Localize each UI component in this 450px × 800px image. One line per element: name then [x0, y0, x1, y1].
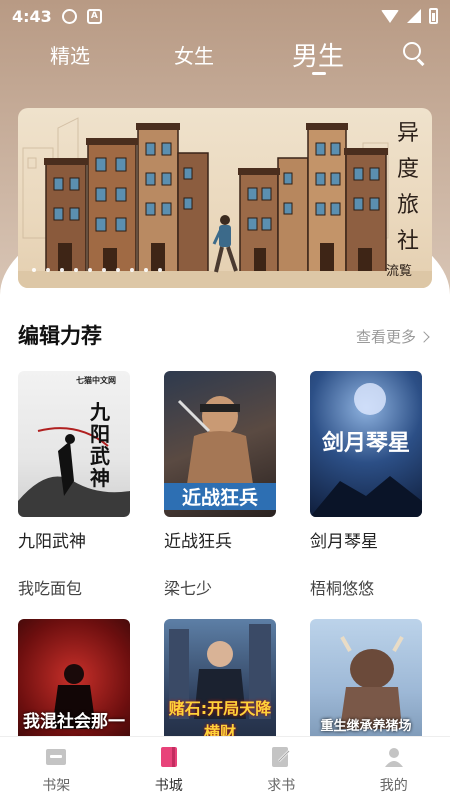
- cover-brand: 七猫中文网: [76, 376, 116, 385]
- book-title: 剑月琴星: [310, 532, 378, 552]
- section-title: 编辑力荐: [18, 324, 102, 348]
- nav-bookstore[interactable]: 书城: [113, 737, 226, 800]
- signal-icon: [407, 9, 421, 23]
- banner-subtitle: 流覧: [386, 264, 413, 279]
- book-cover: 七猫中文网 九阳武神: [18, 371, 130, 517]
- battery-icon: [429, 8, 438, 24]
- book-card[interactable]: 七猫中文网 九阳武神 九阳武神 我吃面包: [18, 371, 130, 598]
- book-author: 梧桐悠悠: [310, 579, 375, 598]
- banner[interactable]: 异度旅社 流覧: [18, 108, 432, 288]
- tab-male[interactable]: 男生: [292, 36, 344, 73]
- cover-title: 重生继承养猪场: [320, 719, 412, 734]
- cover-title: 剑月琴星: [321, 430, 410, 456]
- see-more-label: 查看更多: [356, 328, 417, 346]
- banner-dots: [32, 268, 162, 272]
- chevron-right-icon: [418, 330, 430, 343]
- tab-female[interactable]: 女生: [174, 40, 214, 69]
- nav-request-book[interactable]: 求书: [225, 737, 338, 800]
- book-card[interactable]: 剑月琴星 剑月琴星 梧桐悠悠: [310, 371, 422, 598]
- cover-title: 近战狂兵: [164, 483, 276, 510]
- top-tabs: 精选 女生 男生: [0, 34, 450, 78]
- book-title: 九阳武神: [18, 532, 86, 552]
- book-author: 梁七少: [164, 579, 213, 598]
- tab-indicator: [312, 72, 326, 75]
- book-title: 近战狂兵: [164, 532, 232, 552]
- book-cover: 剑月琴星: [310, 371, 422, 517]
- nav-label: 我的: [379, 778, 408, 794]
- book-cover: 近战狂兵: [164, 371, 276, 517]
- see-more-link[interactable]: 查看更多: [356, 326, 430, 347]
- media-status-icon: [61, 8, 77, 24]
- banner-illustration: [18, 117, 432, 288]
- search-button[interactable]: [401, 40, 427, 66]
- profile-icon: [384, 748, 403, 767]
- nav-label: 书架: [42, 778, 71, 794]
- wifi-icon: [381, 9, 399, 23]
- book-author: 我吃面包: [18, 579, 83, 598]
- status-time: 4:43: [12, 6, 52, 26]
- bottom-nav: 书架 书城 求书 我的: [0, 736, 450, 800]
- book-card[interactable]: 近战狂兵 近战狂兵 梁七少: [164, 371, 276, 598]
- cover-title: 九阳武神: [90, 400, 110, 490]
- nav-label: 书城: [154, 778, 183, 794]
- tab-featured[interactable]: 精选: [50, 40, 90, 69]
- request-book-icon: [272, 747, 291, 767]
- nav-bookshelf[interactable]: 书架: [0, 737, 113, 800]
- app-status-icon: A: [86, 8, 102, 24]
- nav-label: 求书: [267, 778, 296, 794]
- bookshelf-icon: [46, 749, 67, 765]
- banner-title: 异度旅社: [396, 121, 419, 254]
- nav-profile[interactable]: 我的: [338, 737, 450, 800]
- bookstore-icon: [160, 747, 177, 767]
- status-bar: 4:43 A: [0, 0, 450, 32]
